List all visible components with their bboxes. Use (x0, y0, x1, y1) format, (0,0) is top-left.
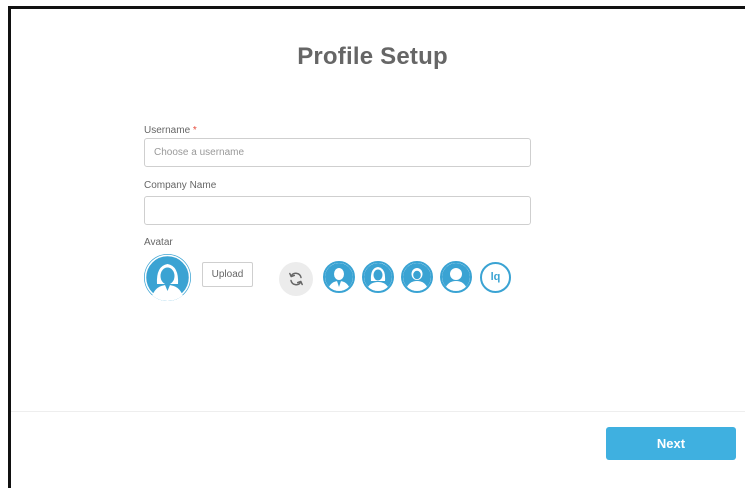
refresh-icon (289, 272, 303, 286)
avatar-label: Avatar (144, 237, 173, 248)
upload-button[interactable]: Upload (202, 262, 253, 287)
username-label-text: Username (144, 125, 191, 136)
avatar-option-2[interactable] (362, 261, 394, 293)
avatar-woman-icon (364, 263, 392, 291)
next-button[interactable]: Next (606, 427, 736, 460)
avatar-woman-icon (144, 254, 191, 301)
avatar-option-1[interactable] (323, 261, 355, 293)
username-input[interactable] (144, 138, 531, 167)
footer-divider (11, 411, 745, 412)
avatar-man-short-hair-icon (403, 263, 431, 291)
avatar-man-suit-icon (325, 263, 353, 291)
company-name-input[interactable] (144, 196, 531, 225)
avatar-person-icon (442, 263, 470, 291)
refresh-avatars-button[interactable] (279, 262, 313, 296)
required-mark: * (192, 125, 197, 136)
window-frame (8, 6, 745, 488)
username-label: Username * (144, 125, 197, 136)
company-name-label: Company Name (144, 180, 217, 191)
page-title: Profile Setup (297, 43, 448, 70)
avatar-option-initials[interactable]: lq (480, 262, 511, 293)
selected-avatar (144, 254, 191, 301)
avatar-option-4[interactable] (440, 261, 472, 293)
avatar-option-3[interactable] (401, 261, 433, 293)
